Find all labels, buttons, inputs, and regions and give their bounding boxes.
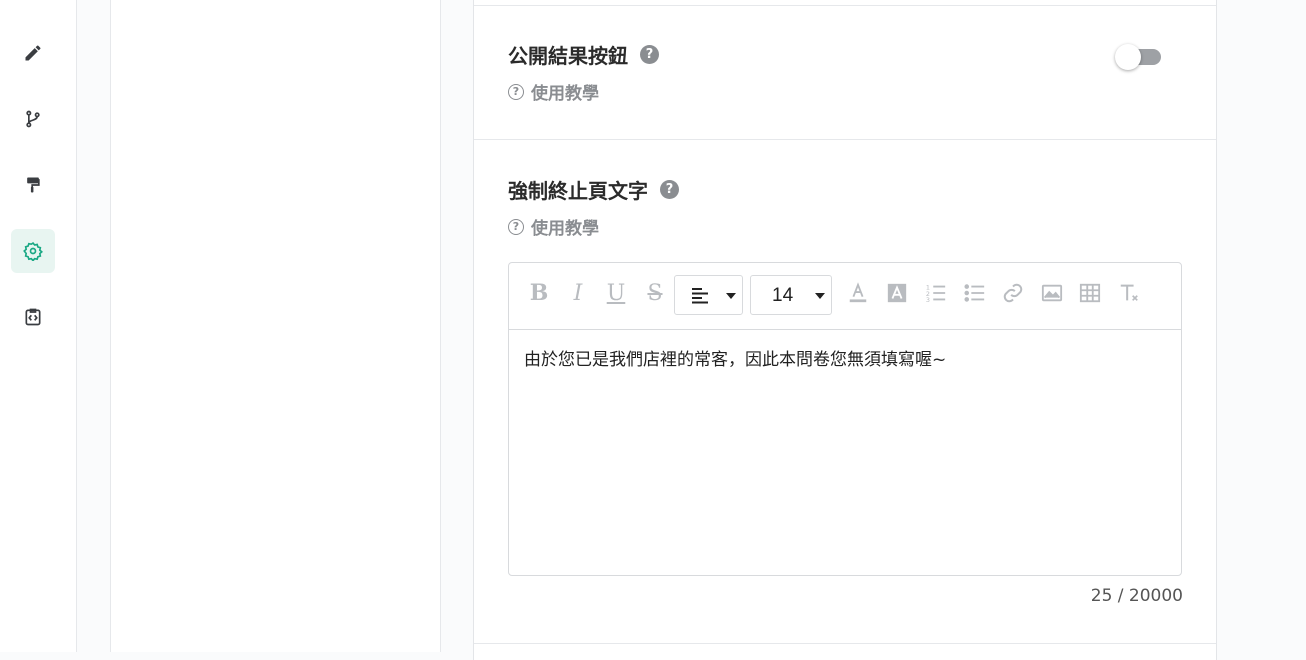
- divider: [474, 139, 1216, 140]
- align-select[interactable]: [674, 275, 743, 315]
- paint-roller-icon: [27, 177, 40, 193]
- background-color-button[interactable]: [884, 279, 910, 307]
- branch-icon: [26, 110, 40, 128]
- bullet-list-icon: [964, 284, 985, 302]
- ordered-list-icon: 123: [926, 283, 946, 304]
- svg-text:3: 3: [926, 296, 930, 304]
- help-icon[interactable]: ?: [640, 45, 659, 64]
- underline-button[interactable]: U: [603, 279, 629, 307]
- strikethrough-button[interactable]: S: [642, 279, 668, 307]
- pencil-icon: [25, 45, 41, 61]
- force-end-title: 強制終止頁文字: [508, 179, 648, 203]
- font-size-value: 14: [772, 285, 794, 306]
- font-size-select[interactable]: 14: [750, 275, 832, 315]
- settings-card: 公開結果按鈕 ? ? 使用教學 強制終止頁文字 ? ? 使用教學 B I U S…: [473, 0, 1217, 660]
- clear-format-icon: [1120, 284, 1138, 301]
- background-color-icon: [887, 283, 907, 303]
- image-icon: [1041, 284, 1063, 302]
- ordered-list-button[interactable]: 123: [923, 279, 949, 307]
- public-results-title-row: 公開結果按鈕 ?: [508, 40, 659, 69]
- chevron-down-icon: [815, 293, 825, 299]
- edit-button[interactable]: [11, 31, 55, 75]
- question-circle-icon: ?: [508, 218, 524, 235]
- tutorial-label: 使用教學: [531, 84, 599, 104]
- italic-button[interactable]: I: [565, 279, 591, 307]
- gear-icon: [23, 241, 43, 261]
- tutorial-label: 使用教學: [531, 219, 599, 239]
- text-color-button[interactable]: [845, 279, 871, 307]
- bullet-list-button[interactable]: [962, 279, 988, 307]
- rich-text-editor: B I U S 14 123 由於您已是我們店裡的常客，因此本問卷您無須填寫喔~: [508, 262, 1182, 576]
- public-results-tutorial-link[interactable]: ? 使用教學: [508, 79, 599, 104]
- table-icon: [1079, 283, 1101, 303]
- image-button[interactable]: [1039, 279, 1065, 307]
- theme-button[interactable]: [11, 163, 55, 207]
- align-left-icon: [692, 288, 708, 304]
- public-results-toggle[interactable]: [1115, 43, 1167, 71]
- link-icon: [1003, 283, 1023, 303]
- settings-button[interactable]: [11, 229, 55, 273]
- help-icon[interactable]: ?: [660, 180, 679, 199]
- force-end-tutorial-link[interactable]: ? 使用教學: [508, 214, 599, 239]
- icon-rail: [0, 0, 77, 652]
- secondary-panel: [110, 0, 441, 652]
- code-clipboard-icon: [25, 308, 41, 326]
- embed-button[interactable]: [11, 295, 55, 339]
- toggle-knob: [1115, 44, 1141, 70]
- character-counter: 25 / 20000: [1090, 586, 1183, 606]
- bold-button[interactable]: B: [526, 279, 552, 307]
- clear-format-button[interactable]: [1116, 279, 1142, 307]
- logic-button[interactable]: [11, 97, 55, 141]
- public-results-title: 公開結果按鈕: [508, 44, 628, 68]
- force-end-title-row: 強制終止頁文字 ?: [508, 175, 679, 204]
- divider: [474, 5, 1216, 6]
- editor-content[interactable]: 由於您已是我們店裡的常客，因此本問卷您無須填寫喔~: [524, 345, 1166, 370]
- table-button[interactable]: [1077, 279, 1103, 307]
- divider: [474, 643, 1216, 644]
- editor-toolbar: B I U S 14 123: [509, 263, 1181, 330]
- question-circle-icon: ?: [508, 83, 524, 100]
- text-color-icon: [849, 282, 867, 303]
- chevron-down-icon: [726, 293, 736, 299]
- link-button[interactable]: [1000, 279, 1026, 307]
